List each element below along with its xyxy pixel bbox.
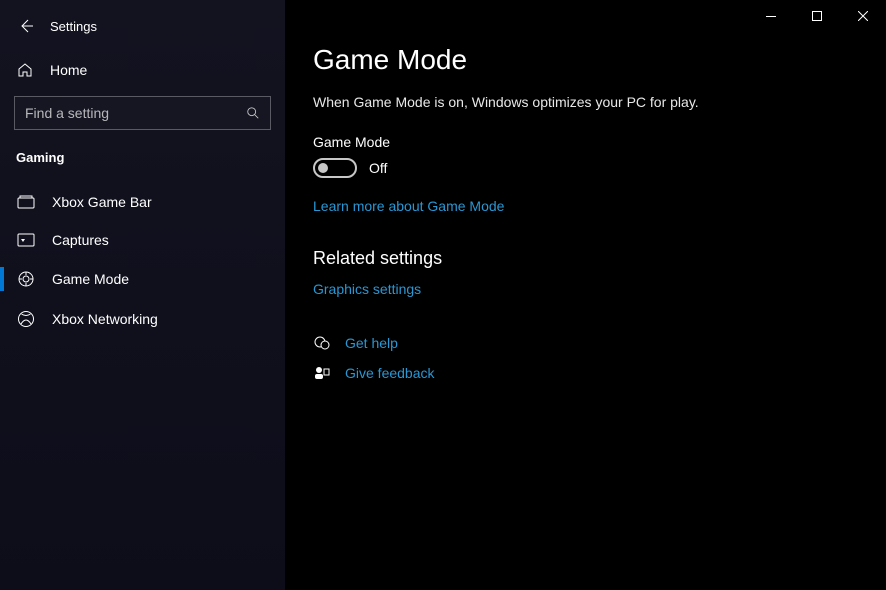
feedback-icon (313, 365, 331, 381)
main-content: Game Mode When Game Mode is on, Windows … (285, 0, 886, 590)
sidebar-item-label: Xbox Game Bar (52, 194, 152, 210)
graphics-settings-link[interactable]: Graphics settings (313, 281, 421, 297)
sidebar-item-game-mode[interactable]: Game Mode (0, 259, 285, 299)
game-mode-toggle[interactable] (313, 158, 357, 178)
sidebar: Settings Home Gaming Xbox Game Bar Captu… (0, 0, 285, 590)
related-settings-heading: Related settings (313, 248, 858, 269)
minimize-button[interactable] (748, 0, 794, 32)
toggle-knob (318, 163, 328, 173)
page-title: Game Mode (313, 44, 858, 76)
toggle-label: Game Mode (313, 134, 858, 150)
feedback-row: Give feedback (313, 365, 858, 381)
game-bar-icon (16, 195, 36, 209)
maximize-button[interactable] (794, 0, 840, 32)
xbox-icon (16, 310, 36, 328)
window-controls (748, 0, 886, 32)
search-box[interactable] (14, 96, 271, 130)
sidebar-item-label: Xbox Networking (52, 311, 158, 327)
get-help-row: Get help (313, 335, 858, 351)
game-mode-icon (16, 270, 36, 288)
sidebar-item-label: Captures (52, 232, 109, 248)
toggle-state: Off (369, 160, 387, 176)
toggle-row: Off (313, 158, 858, 178)
search-icon (246, 106, 260, 120)
sidebar-header: Settings (0, 8, 285, 44)
sidebar-item-label: Game Mode (52, 271, 129, 287)
search-input[interactable] (25, 105, 246, 121)
learn-more-link[interactable]: Learn more about Game Mode (313, 198, 504, 214)
sidebar-item-xbox-networking[interactable]: Xbox Networking (0, 299, 285, 339)
back-button[interactable] (16, 16, 36, 36)
sidebar-item-xbox-game-bar[interactable]: Xbox Game Bar (0, 183, 285, 221)
home-label: Home (50, 62, 87, 78)
page-description: When Game Mode is on, Windows optimizes … (313, 94, 858, 110)
home-button[interactable]: Home (0, 52, 285, 88)
home-icon (16, 62, 34, 78)
captures-icon (16, 233, 36, 247)
get-help-link[interactable]: Get help (345, 335, 398, 351)
sidebar-item-captures[interactable]: Captures (0, 221, 285, 259)
close-button[interactable] (840, 0, 886, 32)
category-label: Gaming (0, 136, 285, 175)
give-feedback-link[interactable]: Give feedback (345, 365, 435, 381)
help-icon (313, 335, 331, 351)
nav-items: Xbox Game Bar Captures Game Mode Xbox Ne… (0, 183, 285, 339)
window-title: Settings (50, 19, 97, 34)
